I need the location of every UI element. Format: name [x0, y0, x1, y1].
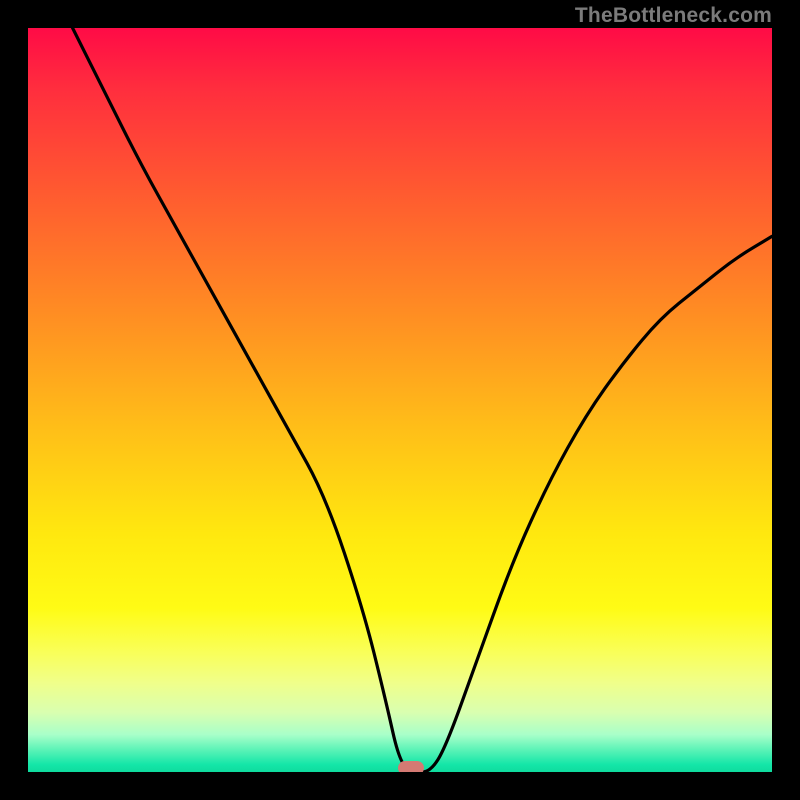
- watermark-text: TheBottleneck.com: [575, 4, 772, 28]
- plot-area: [28, 28, 772, 772]
- chart-frame: TheBottleneck.com: [0, 0, 800, 800]
- optimal-marker: [398, 761, 424, 772]
- background-gradient: [28, 28, 772, 772]
